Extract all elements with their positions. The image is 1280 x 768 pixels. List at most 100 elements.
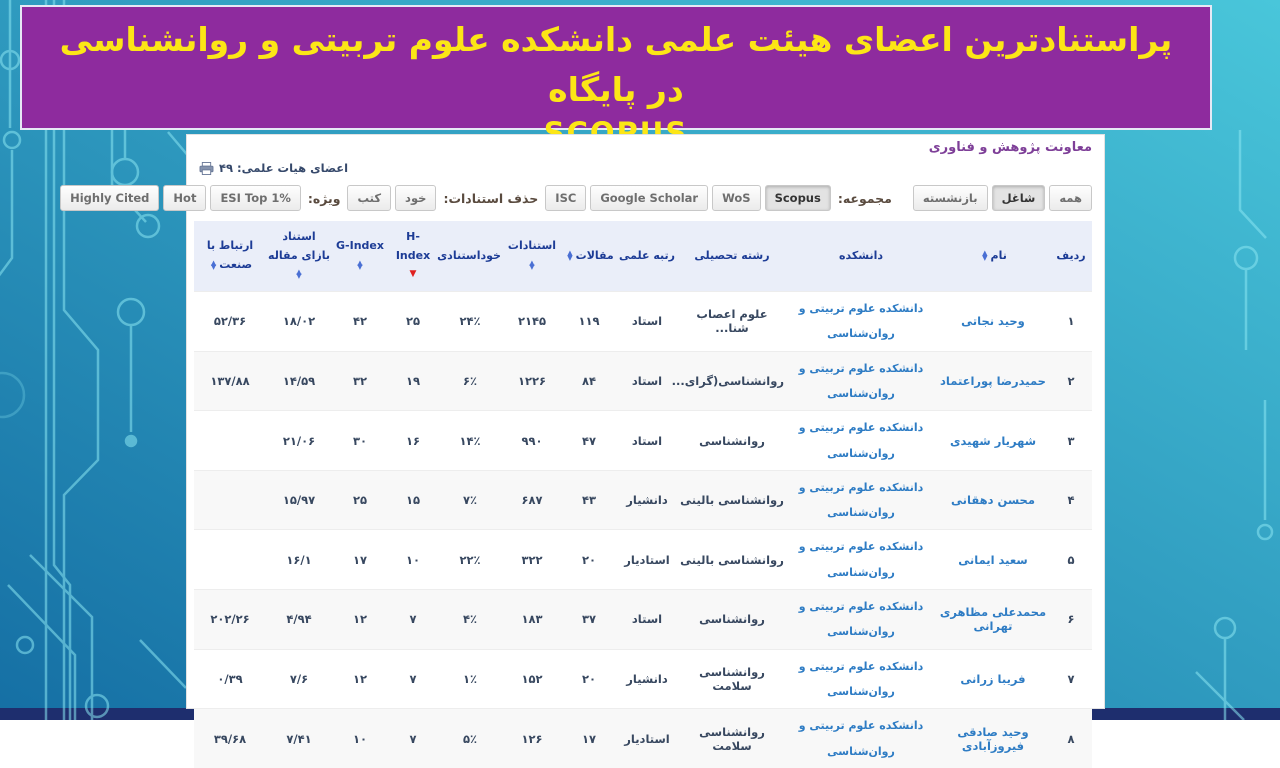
dept-title: معاونت پژوهش و فناوری xyxy=(928,140,1092,155)
cite_per_article-cell: ۱۵/۹۷ xyxy=(266,469,332,530)
cite_per_article-cell: ۱۶/۱ xyxy=(266,529,332,590)
page-banner: پراستنادترین اعضای هیئت علمی دانشکده علو… xyxy=(20,5,1212,150)
filter-button-کتب[interactable]: کتب xyxy=(347,185,392,211)
col-header-h_index[interactable]: H-Index ▼ xyxy=(388,221,438,292)
filter-button-بازنشسته[interactable]: بازنشسته xyxy=(912,185,988,211)
field-cell: روانشناسی xyxy=(678,410,786,471)
col-header-cite_per_article[interactable]: استناد بازای مقاله ▲ ▼ xyxy=(266,221,332,292)
self_citation-cell: ۲۴٪ xyxy=(438,291,502,352)
self_citation-cell: ۵٪ xyxy=(438,708,502,768)
filter-button-همه[interactable]: همه xyxy=(1049,185,1092,211)
col-header-faculty: دانشکده xyxy=(786,221,936,292)
name-cell[interactable]: محمدعلی مظاهری تهرانی xyxy=(936,589,1050,650)
name-cell[interactable]: فریبا زرانی xyxy=(936,648,1050,709)
name-cell[interactable]: شهریار شهیدی xyxy=(936,410,1050,471)
articles-cell: ۸۴ xyxy=(562,350,616,411)
printer-icon[interactable] xyxy=(199,161,214,175)
col-header-rank: رتبه علمی xyxy=(616,221,678,292)
filter-bar: همه شاغل بازنشسته مجموعه: Scopus WoS Google Sc… xyxy=(60,185,1092,211)
h_index-cell: ۱۹ xyxy=(388,350,438,411)
faculty-cell[interactable]: دانشکده علوم تربیتی و روان‌شناسی xyxy=(786,350,936,411)
self_citation-cell: ۶٪ xyxy=(438,350,502,411)
col-header-g_index[interactable]: G-Index ▲ ▼ xyxy=(332,221,388,292)
faculty-count: اعضای هیات علمی: ۴۹ xyxy=(199,161,348,175)
radif-cell: ۴ xyxy=(1050,469,1092,530)
table-row: ۶ محمدعلی مظاهری تهرانی دانشکده علوم تربیت… xyxy=(194,589,1092,650)
filter-button-scopus[interactable]: Scopus xyxy=(764,185,831,211)
rank-cell: استاد xyxy=(616,350,678,411)
articles-cell: ۱۷ xyxy=(562,708,616,768)
h_index-cell: ۱۶ xyxy=(388,410,438,471)
industry-cell: ۰/۳۹ xyxy=(194,648,266,709)
radif-cell: ۸ xyxy=(1050,708,1092,768)
cite_per_article-cell: ۱۴/۵۹ xyxy=(266,350,332,411)
name-cell[interactable]: محسن دهقانی xyxy=(936,469,1050,530)
rank-cell: استادیار xyxy=(616,529,678,590)
radif-cell: ۳ xyxy=(1050,410,1092,471)
filter-button-google-scholar[interactable]: Google Scholar xyxy=(590,185,709,211)
articles-cell: ۴۷ xyxy=(562,410,616,471)
col-header-industry[interactable]: ارتباط با صنعت ▲ ▼ xyxy=(194,221,266,292)
table-row: ۷ فریبا زرانی دانشکده علوم تربیتی و روان‌ش… xyxy=(194,648,1092,709)
table-row: ۸ وحید صادقی فیروزآبادی دانشکده علوم تربیت… xyxy=(194,708,1092,768)
faculty-cell[interactable]: دانشکده علوم تربیتی و روان‌شناسی xyxy=(786,529,936,590)
faculty-cell[interactable]: دانشکده علوم تربیتی و روان‌شناسی xyxy=(786,648,936,709)
filter-button-esi-top-1%[interactable]: ESI Top 1% xyxy=(210,185,301,211)
citations-cell: ۹۹۰ xyxy=(502,410,562,471)
faculty-cell[interactable]: دانشکده علوم تربیتی و روان‌شناسی xyxy=(786,708,936,768)
col-header-articles[interactable]: مقالات ▲ ▼ xyxy=(562,221,616,292)
industry-cell: ۲۰۲/۲۶ xyxy=(194,589,266,650)
industry-cell: ۵۲/۳۶ xyxy=(194,291,266,352)
faculty-count-row: اعضای هیات علمی: ۴۹ xyxy=(199,157,1092,176)
g_index-cell: ۱۷ xyxy=(332,529,388,590)
rank-cell: استاد xyxy=(616,291,678,352)
g_index-cell: ۲۵ xyxy=(332,469,388,530)
filter-button-wos[interactable]: WoS xyxy=(712,185,761,211)
name-cell[interactable]: حمیدرضا پوراعتماد xyxy=(936,350,1050,411)
field-cell: روانشناسی بالینی xyxy=(678,469,786,530)
articles-cell: ۴۳ xyxy=(562,469,616,530)
name-cell[interactable]: سعید ایمانی xyxy=(936,529,1050,590)
faculty-cell[interactable]: دانشکده علوم تربیتی و روان‌شناسی xyxy=(786,291,936,352)
h_index-cell: ۱۵ xyxy=(388,469,438,530)
filter-label-special: ویژه: xyxy=(307,190,341,206)
faculty-cell[interactable]: دانشکده علوم تربیتی و روان‌شناسی xyxy=(786,589,936,650)
filter-button-isc[interactable]: ISC xyxy=(545,185,587,211)
citations-cell: ۳۲۲ xyxy=(502,529,562,590)
citations-cell: ۱۲۶ xyxy=(502,708,562,768)
filter-button-highly-cited[interactable]: Highly Cited xyxy=(60,185,160,211)
industry-cell xyxy=(194,469,266,530)
sort-desc-icon: ▼ xyxy=(409,268,417,279)
field-cell: روانشناسی سلامت xyxy=(678,648,786,709)
articles-cell: ۱۱۹ xyxy=(562,291,616,352)
content-panel: معاونت پژوهش و فناوری اعضای هیات علمی: ۴… xyxy=(60,134,1105,768)
col-label-cite_per_article: استناد بازای مقاله xyxy=(268,230,330,262)
citations-cell: ۶۸۷ xyxy=(502,469,562,530)
table-row: ۴ محسن دهقانی دانشکده علوم تربیتی و روان‌ش… xyxy=(194,469,1092,530)
rank-cell: استادیار xyxy=(616,708,678,768)
banner-title: پراستنادترین اعضای هیئت علمی دانشکده علو… xyxy=(59,20,1173,109)
cite_per_article-cell: ۲۱/۰۶ xyxy=(266,410,332,471)
rank-cell: دانشیار xyxy=(616,648,678,709)
name-cell[interactable]: وحید نجاتی xyxy=(936,291,1050,352)
col-label-articles: مقالات xyxy=(575,248,614,262)
g_index-cell: ۳۲ xyxy=(332,350,388,411)
col-label-field: رشته تحصیلی xyxy=(694,248,770,262)
articles-cell: ۲۰ xyxy=(562,648,616,709)
col-label-g_index: G-Index xyxy=(336,239,384,253)
cite_per_article-cell: ۱۸/۰۲ xyxy=(266,291,332,352)
g_index-cell: ۳۰ xyxy=(332,410,388,471)
filter-button-hot[interactable]: Hot xyxy=(163,185,207,211)
field-cell: علوم اعصاب شنا... xyxy=(678,291,786,352)
col-header-name[interactable]: نام ▲ ▼ xyxy=(936,221,1050,292)
faculty-cell[interactable]: دانشکده علوم تربیتی و روان‌شناسی xyxy=(786,469,936,530)
col-header-citations[interactable]: استنادات ▲ ▼ xyxy=(502,221,562,292)
faculty-count-label: اعضای هیات علمی: ۴۹ xyxy=(219,161,349,175)
self_citation-cell: ۲۲٪ xyxy=(438,529,502,590)
filter-button-خود[interactable]: خود xyxy=(395,185,437,211)
table-row: ۵ سعید ایمانی دانشکده علوم تربیتی و روان‌ش… xyxy=(194,529,1092,590)
col-label-rank: رتبه علمی xyxy=(619,248,675,262)
filter-button-شاغل[interactable]: شاغل xyxy=(991,185,1046,211)
faculty-cell[interactable]: دانشکده علوم تربیتی و روان‌شناسی xyxy=(786,410,936,471)
name-cell[interactable]: وحید صادقی فیروزآبادی xyxy=(936,708,1050,768)
